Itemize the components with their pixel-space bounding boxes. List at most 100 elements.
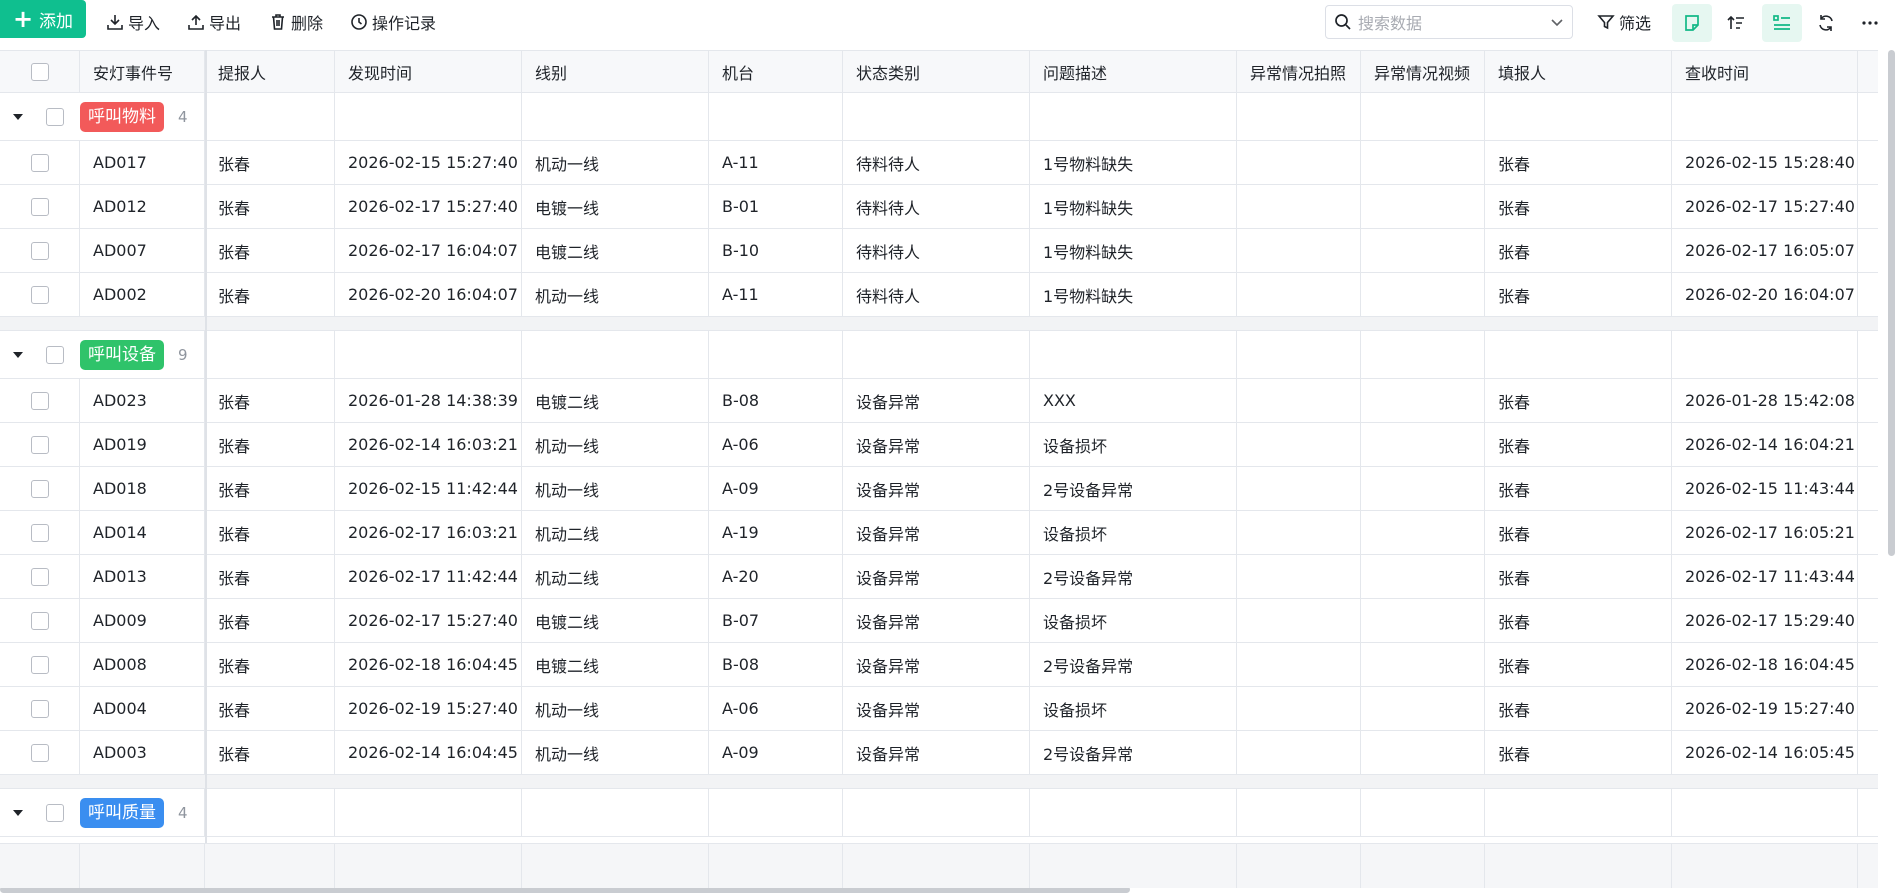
group-header-row[interactable]: 呼叫质量 4 (0, 789, 1878, 837)
table-cell[interactable] (1237, 273, 1361, 316)
table-cell[interactable]: A-11 (709, 273, 843, 316)
table-cell[interactable]: A-09 (709, 731, 843, 774)
summary-cell[interactable] (1237, 844, 1361, 888)
table-cell[interactable]: 张春 (205, 423, 335, 466)
group-view-button[interactable] (1762, 4, 1802, 42)
table-cell[interactable]: 张春 (1485, 423, 1672, 466)
table-row[interactable]: AD004 张春 2026-02-19 15:27:40 机动一线 A-06 设备异常 设备… (0, 687, 1878, 731)
table-cell[interactable]: 待料待人 (843, 185, 1030, 228)
table-cell[interactable]: 张春 (205, 731, 335, 774)
column-header[interactable]: 异常情况拍照 (1237, 51, 1361, 92)
delete-button[interactable]: 删除 (269, 6, 323, 38)
table-cell[interactable]: 待料待人 (843, 273, 1030, 316)
table-cell[interactable]: AD018 (80, 467, 205, 510)
table-cell[interactable]: 机动一线 (522, 423, 709, 466)
table-cell[interactable]: 机动二线 (522, 511, 709, 554)
table-cell[interactable]: 2026-02-17 11:42:44 (335, 555, 522, 598)
table-cell[interactable]: 2026-02-14 16:04:21 (1672, 423, 1858, 466)
table-row[interactable]: AD018 张春 2026-02-15 11:42:44 机动一线 A-09 设备异常 2号… (0, 467, 1878, 511)
table-cell[interactable]: 电镀一线 (522, 185, 709, 228)
table-cell[interactable]: AD007 (80, 229, 205, 272)
table-cell[interactable]: 机动一线 (522, 731, 709, 774)
table-row[interactable]: AD007 张春 2026-02-17 16:04:07 电镀二线 B-10 待料待人 1号… (0, 229, 1878, 273)
table-cell[interactable]: 机动一线 (522, 141, 709, 184)
table-cell[interactable] (1237, 511, 1361, 554)
table-cell[interactable]: 设备异常 (843, 687, 1030, 730)
table-cell[interactable]: 2026-02-15 15:28:40 (1672, 141, 1858, 184)
table-row[interactable]: AD002 张春 2026-02-20 16:04:07 机动一线 A-11 待料待人 1号… (0, 273, 1878, 317)
table-cell[interactable]: 张春 (205, 687, 335, 730)
table-cell[interactable]: B-10 (709, 229, 843, 272)
table-cell[interactable]: XXX (1030, 379, 1237, 422)
table-row[interactable]: AD013 张春 2026-02-17 11:42:44 机动二线 A-20 设备异常 2号… (0, 555, 1878, 599)
table-cell[interactable]: 张春 (205, 229, 335, 272)
table-cell[interactable]: 设备异常 (843, 599, 1030, 642)
column-header[interactable]: 提报人 (205, 51, 335, 92)
row-checkbox[interactable] (30, 391, 49, 410)
table-cell[interactable]: 2026-02-17 11:43:44 (1672, 555, 1858, 598)
table-cell[interactable]: 张春 (1485, 141, 1672, 184)
table-cell[interactable] (1361, 273, 1485, 316)
table-cell[interactable]: 2号设备异常 (1030, 467, 1237, 510)
summary-cell[interactable] (1672, 844, 1858, 888)
table-cell[interactable] (1361, 467, 1485, 510)
column-header[interactable]: 机台 (709, 51, 843, 92)
table-cell[interactable] (1237, 379, 1361, 422)
sort-button[interactable] (1716, 4, 1756, 42)
table-cell[interactable]: 设备异常 (843, 379, 1030, 422)
row-checkbox[interactable] (30, 743, 49, 762)
table-cell[interactable]: 2026-01-28 14:38:39 (335, 379, 522, 422)
table-cell[interactable]: 张春 (1485, 731, 1672, 774)
table-cell[interactable]: 2026-02-17 15:27:40 (335, 599, 522, 642)
table-cell[interactable]: B-07 (709, 599, 843, 642)
row-checkbox[interactable] (30, 567, 49, 586)
table-cell[interactable]: 2026-02-14 16:03:21 (335, 423, 522, 466)
table-cell[interactable] (1237, 643, 1361, 686)
table-cell[interactable]: A-06 (709, 423, 843, 466)
table-cell[interactable]: 2026-02-17 15:27:40 (1672, 185, 1858, 228)
caret-down-icon[interactable] (12, 93, 24, 140)
table-cell[interactable] (1361, 643, 1485, 686)
table-cell[interactable]: 电镀二线 (522, 379, 709, 422)
table-cell[interactable]: A-11 (709, 141, 843, 184)
table-cell[interactable]: 设备异常 (843, 423, 1030, 466)
table-cell[interactable]: 2号设备异常 (1030, 643, 1237, 686)
table-cell[interactable]: 设备损坏 (1030, 423, 1237, 466)
column-header[interactable]: 线别 (522, 51, 709, 92)
table-cell[interactable] (1361, 599, 1485, 642)
table-cell[interactable]: 2026-02-14 16:04:45 (335, 731, 522, 774)
table-cell[interactable] (1237, 731, 1361, 774)
table-cell[interactable]: 机动一线 (522, 687, 709, 730)
table-cell[interactable]: 2026-02-19 15:27:40 (1672, 687, 1858, 730)
table-row[interactable]: AD023 张春 2026-01-28 14:38:39 电镀二线 B-08 设备异常 XX… (0, 379, 1878, 423)
table-cell[interactable]: 张春 (205, 379, 335, 422)
table-cell[interactable]: 2026-02-15 15:27:40 (335, 141, 522, 184)
table-cell[interactable]: 张春 (1485, 467, 1672, 510)
summary-cell[interactable] (843, 844, 1030, 888)
table-cell[interactable]: 张春 (1485, 511, 1672, 554)
caret-down-icon[interactable] (12, 789, 24, 836)
more-button[interactable] (1850, 4, 1890, 42)
table-cell[interactable]: 1号物料缺失 (1030, 141, 1237, 184)
refresh-button[interactable] (1806, 4, 1846, 42)
table-cell[interactable]: 机动一线 (522, 273, 709, 316)
table-cell[interactable]: B-08 (709, 643, 843, 686)
table-cell[interactable]: B-08 (709, 379, 843, 422)
column-header[interactable]: 状态类别 (843, 51, 1030, 92)
summary-cell[interactable] (1361, 844, 1485, 888)
row-checkbox[interactable] (30, 435, 49, 454)
table-cell[interactable]: 待料待人 (843, 229, 1030, 272)
column-header[interactable]: 填报人 (1485, 51, 1672, 92)
row-checkbox[interactable] (30, 285, 49, 304)
group-checkbox[interactable] (46, 803, 64, 822)
table-cell[interactable] (1237, 229, 1361, 272)
table-cell[interactable]: 张春 (205, 511, 335, 554)
table-cell[interactable] (1237, 423, 1361, 466)
table-cell[interactable]: AD009 (80, 599, 205, 642)
table-cell[interactable]: 2026-02-19 15:27:40 (335, 687, 522, 730)
table-cell[interactable]: 1号物料缺失 (1030, 229, 1237, 272)
table-cell[interactable] (1361, 141, 1485, 184)
table-cell[interactable] (1361, 511, 1485, 554)
table-cell[interactable] (1237, 555, 1361, 598)
summary-cell[interactable] (1485, 844, 1672, 888)
